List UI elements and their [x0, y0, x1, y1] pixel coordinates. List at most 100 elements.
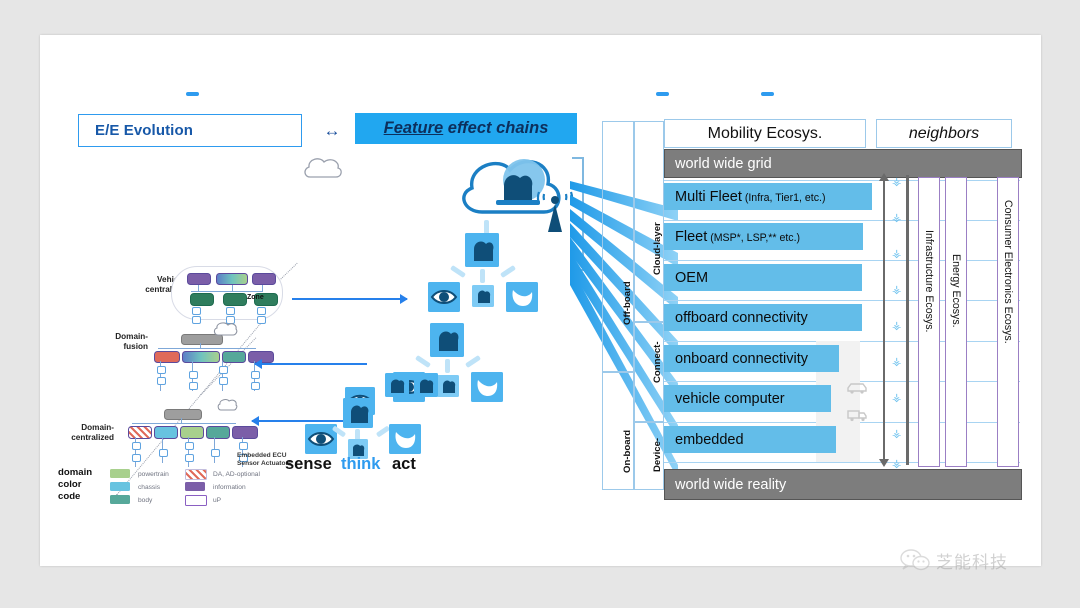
- tile-think-small[interactable]: [437, 375, 459, 397]
- tile-act-main[interactable]: [389, 424, 421, 454]
- sense-label: sense: [285, 455, 332, 473]
- evolution-arrow-2: [254, 359, 367, 369]
- tile-act-2[interactable]: [471, 372, 503, 402]
- sensor-node: [132, 442, 141, 450]
- stack-row-fleet[interactable]: Fleet (MSP*, LSP,** etc.): [664, 223, 863, 250]
- chip-powertrain: [180, 426, 204, 439]
- screenshot-root: E/E Evolution ↔ Feature effect chains Ve…: [0, 0, 1080, 608]
- chain-icon: ⚶: [892, 176, 902, 188]
- tile-think-3c[interactable]: [414, 373, 438, 397]
- chip-body: [206, 426, 230, 439]
- stack-row-onboard-connectivity[interactable]: onboard connectivity: [664, 345, 839, 372]
- stack-row-embedded[interactable]: embedded: [664, 426, 836, 453]
- wechat-icon: [900, 548, 930, 570]
- tile-think-2[interactable]: [430, 323, 464, 357]
- antenna-icon: [536, 191, 574, 232]
- act-label: act: [392, 455, 416, 473]
- chain-link: [480, 269, 485, 283]
- tile-act-1[interactable]: [506, 282, 538, 312]
- sensor-node: [251, 382, 260, 390]
- chain-icon: ⚶: [892, 212, 902, 224]
- feature-underlined-word: Feature: [383, 119, 444, 137]
- bus-stub: [200, 343, 202, 349]
- sensor-node: [251, 371, 260, 379]
- sensor-node: [257, 307, 266, 315]
- sensor-node: [211, 449, 220, 457]
- eco-column-infrastructure[interactable]: Infrastructure Ecosys.: [918, 177, 940, 467]
- eco-column-energy[interactable]: Energy Ecosys.: [945, 177, 967, 467]
- stack-row-offboard-connectivity[interactable]: offboard connectivity: [664, 304, 862, 331]
- cloud-small-icon: [213, 322, 238, 336]
- feature-effect-chains-box[interactable]: Feature effect chains: [355, 113, 577, 144]
- level-label-domain-centralized: Domain- centralized: [71, 423, 114, 442]
- eco-column-consumer-electronics[interactable]: Consumer Electronics Ecosys.: [997, 177, 1019, 467]
- car-icon: [847, 383, 867, 394]
- chip-da: [154, 351, 180, 363]
- stack-row-offboard-connectivity-label: offboard connectivity: [675, 309, 808, 326]
- chain-icon: ⚶: [892, 284, 902, 296]
- stack-row-oem[interactable]: OEM: [664, 264, 862, 291]
- eco-column-infrastructure-label: Infrastructure Ecosys.: [923, 230, 935, 333]
- chain-link: [449, 264, 467, 279]
- stack-row-vehicle-computer[interactable]: vehicle computer: [664, 385, 831, 412]
- stack-row-multi-fleet-label: Multi Fleet (Infra, Tier1, etc.): [675, 188, 826, 205]
- chain-icon: ⚶: [892, 428, 902, 440]
- tile-think-3b[interactable]: [385, 373, 409, 397]
- watermark: 芝能科技: [900, 548, 1008, 573]
- chain-link: [445, 359, 450, 373]
- stack-row-multi-fleet[interactable]: Multi Fleet (Infra, Tier1, etc.): [664, 183, 872, 210]
- bidirectional-arrow-icon: ↔: [323, 121, 341, 140]
- world-wide-grid-label: world wide grid: [675, 155, 772, 172]
- legend-label-body: body: [138, 497, 153, 504]
- vertical-divider-bar: [906, 175, 909, 465]
- stack-row-fleet-label: Fleet (MSP*, LSP,** etc.): [675, 228, 801, 245]
- chip-chassis: [154, 426, 178, 439]
- feature-rest-text: effect chains: [443, 119, 549, 137]
- legend-label-chassis: chassis: [138, 484, 160, 491]
- embedded-ecu-note: Embedded ECU Sensor Actuators: [237, 452, 292, 467]
- tile-think-main[interactable]: [343, 398, 373, 428]
- sensor-node: [157, 366, 166, 374]
- legend-swatch-up: [185, 495, 207, 506]
- slide-canvas: E/E Evolution ↔ Feature effect chains Ve…: [40, 35, 1041, 566]
- head-brain-icon: [391, 379, 405, 393]
- sensor-node: [189, 371, 198, 379]
- tick-mark-2: [656, 92, 669, 96]
- header-mobility-ecosys[interactable]: Mobility Ecosys.: [664, 119, 866, 148]
- hand-icon: [477, 380, 498, 396]
- feature-effect-chains-label: Feature effect chains: [384, 119, 549, 138]
- tile-think-small[interactable]: [472, 285, 494, 307]
- chip-information: [252, 273, 276, 285]
- zone-label: Zone: [247, 294, 264, 301]
- legend-label-powertrain: powertrain: [138, 471, 169, 478]
- ee-evolution-box[interactable]: E/E Evolution: [78, 114, 302, 147]
- sensor-node: [192, 307, 201, 315]
- sensor-node: [219, 377, 228, 385]
- sensor-node: [157, 377, 166, 385]
- header-neighbors[interactable]: neighbors: [876, 119, 1012, 148]
- tick-mark-3: [761, 92, 774, 96]
- legend-swatch-information: [185, 482, 205, 491]
- header-neighbors-label: neighbors: [908, 124, 980, 142]
- bus-line: [132, 423, 236, 425]
- head-brain-icon: [420, 379, 434, 393]
- group-box-offboard: [602, 121, 634, 373]
- chip-body: [222, 351, 246, 363]
- legend-swatch-chassis: [110, 482, 130, 491]
- chip-da-ad-optional: [128, 426, 152, 439]
- header-mobility-ecosys-label: Mobility Ecosys.: [707, 124, 823, 142]
- legend-swatch-body: [110, 495, 130, 504]
- head-brain-icon: [439, 331, 459, 351]
- group-label-device: Device-: [652, 437, 663, 472]
- central-gateway: [164, 409, 202, 420]
- group-label-cloud-layer: Cloud-layer: [652, 222, 663, 275]
- eye-icon: [430, 290, 458, 304]
- sensor-node: [132, 454, 141, 462]
- tile-think-1[interactable]: [465, 233, 499, 267]
- world-wide-grid-bar: world wide grid: [664, 149, 1022, 178]
- tile-sense-1[interactable]: [428, 282, 460, 312]
- evolution-arrow-1: [292, 294, 408, 304]
- hand-icon: [512, 290, 533, 306]
- bus-stub: [181, 418, 183, 424]
- chain-icon: ⚶: [892, 356, 902, 368]
